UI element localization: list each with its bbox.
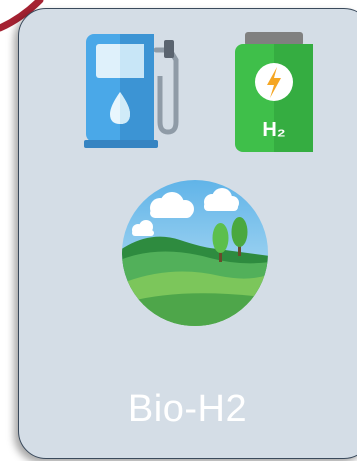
fuel-pump-icon [84, 34, 179, 148]
hydrogen-battery-icon: H₂ [235, 32, 313, 152]
stage: H₂ Bio-H2 [0, 0, 357, 461]
green-landscape-icon [122, 180, 268, 326]
battery-h2-text: H₂ [262, 119, 285, 141]
card-label: Bio-H2 [127, 388, 248, 430]
